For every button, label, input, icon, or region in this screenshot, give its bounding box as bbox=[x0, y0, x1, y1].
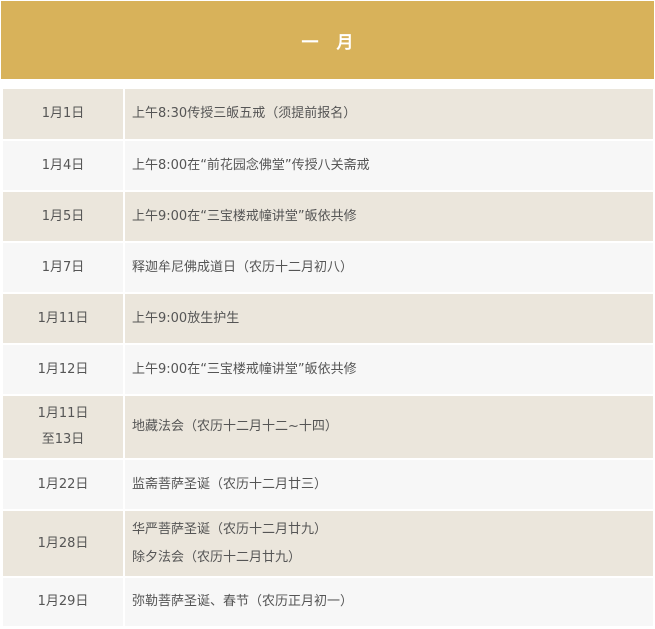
table-row: 1月4日 上午8:00在“前花园念佛堂”传授八关斋戒 bbox=[3, 141, 653, 192]
event-text: 华严菩萨圣诞（农历十二月廿九） bbox=[132, 521, 328, 537]
date-cell: 1月12日 bbox=[3, 345, 125, 394]
event-text: 地藏法会（农历十二月十二~十四） bbox=[132, 419, 338, 434]
date-cell: 1月22日 bbox=[3, 460, 125, 509]
event-text: 监斋菩萨圣诞（农历十二月廿三） bbox=[132, 476, 328, 492]
event-cell: 上午8:00在“前花园念佛堂”传授八关斋戒 bbox=[125, 141, 653, 190]
table-row: 1月12日 上午9:00在“三宝楼戒幢讲堂”皈依共修 bbox=[3, 345, 653, 396]
event-text: 上午9:00在“三宝楼戒幢讲堂”皈依共修 bbox=[132, 361, 357, 377]
date-cell: 1月11日 bbox=[3, 294, 125, 343]
date-text: 1月4日 bbox=[41, 157, 85, 173]
table-row: 1月28日 华严菩萨圣诞（农历十二月廿九） 除夕法会（农历十二月廿九） bbox=[3, 511, 653, 578]
event-text: 上午9:00放生护生 bbox=[132, 310, 240, 326]
event-cell: 弥勒菩萨圣诞、春节（农历正月初一） bbox=[125, 578, 653, 626]
table-row: 1月29日 弥勒菩萨圣诞、春节（农历正月初一） bbox=[3, 578, 653, 628]
event-text: 弥勒菩萨圣诞、春节（农历正月初一） bbox=[132, 594, 354, 609]
date-text: 1月1日 bbox=[41, 106, 85, 121]
event-schedule-table: 1月1日 上午8:30传授三皈五戒（须提前报名） 1月4日 上午8:00在“前花… bbox=[3, 88, 653, 628]
table-row: 1月11日 上午9:00放生护生 bbox=[3, 294, 653, 345]
month-header-banner: 一 月 bbox=[1, 1, 654, 79]
event-text: 上午8:30传授三皈五戒（须提前报名） bbox=[132, 106, 357, 121]
event-cell: 上午9:00放生护生 bbox=[125, 294, 653, 343]
date-cell: 1月1日 bbox=[3, 89, 125, 139]
event-cell: 监斋菩萨圣诞（农历十二月廿三） bbox=[125, 460, 653, 509]
event-cell: 上午9:00在“三宝楼戒幢讲堂”皈依共修 bbox=[125, 345, 653, 394]
date-text: 1月22日 bbox=[37, 476, 89, 492]
event-cell: 释迦牟尼佛成道日（农历十二月初八） bbox=[125, 243, 653, 292]
date-text: 1月5日 bbox=[41, 208, 85, 224]
date-text: 1月11日 bbox=[37, 310, 89, 326]
table-row: 1月11日 至13日 地藏法会（农历十二月十二~十四） bbox=[3, 396, 653, 460]
table-row: 1月5日 上午9:00在“三宝楼戒幢讲堂”皈依共修 bbox=[3, 192, 653, 243]
table-row: 1月7日 释迦牟尼佛成道日（农历十二月初八） bbox=[3, 243, 653, 294]
event-cell: 华严菩萨圣诞（农历十二月廿九） 除夕法会（农历十二月廿九） bbox=[125, 511, 653, 576]
event-cell: 上午8:30传授三皈五戒（须提前报名） bbox=[125, 89, 653, 139]
date-text: 1月28日 bbox=[37, 535, 89, 551]
date-cell: 1月4日 bbox=[3, 141, 125, 190]
date-cell: 1月7日 bbox=[3, 243, 125, 292]
date-cell: 1月29日 bbox=[3, 578, 125, 626]
date-cell: 1月5日 bbox=[3, 192, 125, 241]
event-cell: 上午9:00在“三宝楼戒幢讲堂”皈依共修 bbox=[125, 192, 653, 241]
event-text: 上午8:00在“前花园念佛堂”传授八关斋戒 bbox=[132, 157, 370, 173]
table-row: 1月22日 监斋菩萨圣诞（农历十二月廿三） bbox=[3, 460, 653, 511]
date-cell: 1月11日 至13日 bbox=[3, 396, 125, 458]
event-text: 上午9:00在“三宝楼戒幢讲堂”皈依共修 bbox=[132, 208, 357, 224]
month-title: 一 月 bbox=[301, 32, 360, 53]
date-cell: 1月28日 bbox=[3, 511, 125, 576]
date-text-line-2: 至13日 bbox=[41, 432, 85, 447]
table-row: 1月1日 上午8:30传授三皈五戒（须提前报名） bbox=[3, 89, 653, 141]
event-text: 释迦牟尼佛成道日（农历十二月初八） bbox=[132, 259, 354, 275]
date-text: 1月12日 bbox=[37, 361, 89, 377]
date-text: 1月7日 bbox=[41, 259, 85, 275]
date-text: 1月29日 bbox=[37, 594, 89, 609]
event-cell: 地藏法会（农历十二月十二~十四） bbox=[125, 396, 653, 458]
date-text: 1月11日 bbox=[37, 406, 89, 421]
event-text-line-2: 除夕法会（农历十二月廿九） bbox=[132, 549, 302, 565]
